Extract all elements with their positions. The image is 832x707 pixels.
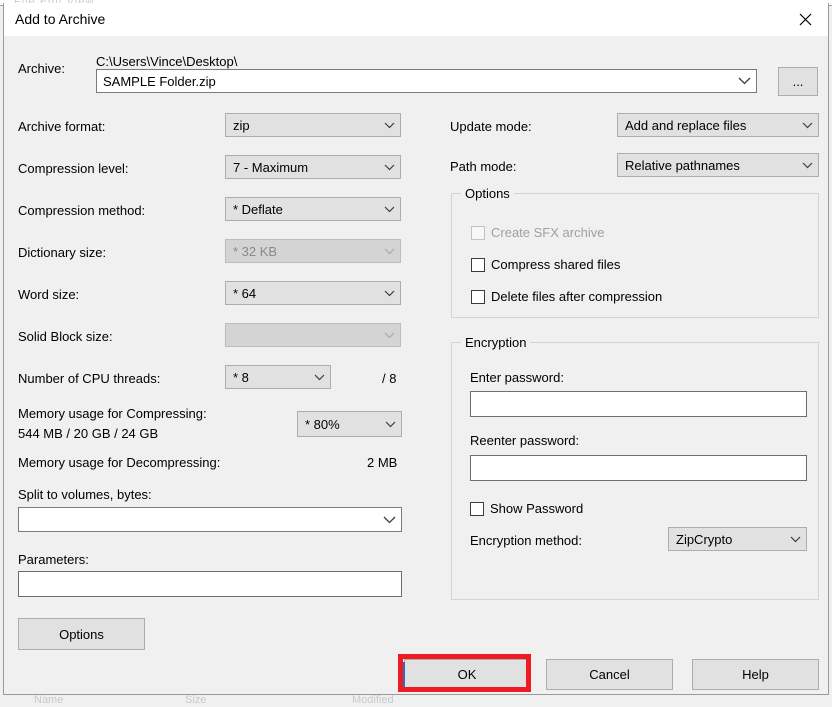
encryption-groupbox: Encryption Enter password: Reenter passw… bbox=[451, 335, 819, 600]
path-mode-label: Path mode: bbox=[450, 159, 517, 174]
chevron-down-icon bbox=[379, 421, 401, 428]
split-volumes-label: Split to volumes, bytes: bbox=[18, 487, 152, 502]
encryption-method-label: Encryption method: bbox=[470, 533, 583, 548]
chevron-down-icon bbox=[378, 122, 400, 129]
browse-button[interactable]: ... bbox=[778, 67, 818, 96]
encryption-method-select[interactable]: ZipCrypto bbox=[668, 527, 807, 551]
archive-format-select[interactable]: zip bbox=[225, 113, 401, 137]
chevron-down-icon bbox=[378, 332, 400, 339]
memory-usage-percent-select[interactable]: * 80% bbox=[297, 411, 402, 437]
dictionary-size-value: * 32 KB bbox=[233, 243, 278, 259]
update-mode-select[interactable]: Add and replace files bbox=[617, 113, 819, 137]
memory-decompress-value: 2 MB bbox=[367, 455, 398, 470]
chevron-down-icon bbox=[378, 206, 400, 213]
parameters-label: Parameters: bbox=[18, 552, 89, 567]
chevron-down-icon bbox=[308, 374, 330, 381]
compression-level-select[interactable]: 7 - Maximum bbox=[225, 155, 401, 179]
dictionary-size-select: * 32 KB bbox=[225, 239, 401, 263]
memory-compress-detail: 544 MB / 20 GB / 24 GB bbox=[18, 426, 159, 441]
compression-method-value: * Deflate bbox=[233, 201, 283, 217]
checkbox-compress-shared-files[interactable]: Compress shared files bbox=[471, 257, 620, 272]
chevron-down-icon[interactable] bbox=[732, 77, 756, 85]
close-button[interactable] bbox=[783, 3, 828, 35]
memory-usage-percent-value: * 80% bbox=[305, 416, 340, 432]
parameters-input[interactable] bbox=[18, 571, 402, 597]
cpu-threads-total: / 8 bbox=[382, 371, 397, 386]
enter-password-label: Enter password: bbox=[470, 370, 564, 385]
checkbox-box bbox=[471, 225, 485, 240]
add-to-archive-dialog: Add to Archive Archive: C:\Users\Vince\D… bbox=[3, 3, 829, 695]
chevron-down-icon bbox=[784, 536, 806, 543]
ok-button[interactable]: OK bbox=[404, 659, 530, 690]
chevron-down-icon bbox=[378, 248, 400, 255]
checkbox-label: Show Password bbox=[490, 501, 584, 516]
background-status-ghost-1: Name bbox=[34, 694, 64, 706]
cpu-threads-label: Number of CPU threads: bbox=[18, 371, 161, 386]
archive-path-text: C:\Users\Vince\Desktop\ bbox=[96, 54, 238, 69]
solid-block-size-label: Solid Block size: bbox=[18, 329, 113, 344]
checkbox-delete-files-after-compression[interactable]: Delete files after compression bbox=[471, 289, 662, 304]
options-groupbox: Options Create SFX archive Compress shar… bbox=[451, 186, 819, 318]
compression-method-label: Compression method: bbox=[18, 203, 146, 218]
options-groupbox-title: Options bbox=[461, 186, 514, 201]
dialog-titlebar: Add to Archive bbox=[4, 3, 828, 36]
memory-decompress-label: Memory usage for Decompressing: bbox=[18, 455, 221, 470]
encryption-groupbox-title: Encryption bbox=[461, 335, 531, 350]
archive-label: Archive: bbox=[18, 61, 65, 76]
close-icon bbox=[799, 13, 812, 25]
path-mode-value: Relative pathnames bbox=[625, 157, 740, 173]
compression-level-value: 7 - Maximum bbox=[233, 159, 309, 175]
options-button[interactable]: Options bbox=[18, 618, 145, 650]
enter-password-input[interactable] bbox=[470, 391, 807, 417]
archive-name-value: SAMPLE Folder.zip bbox=[103, 73, 216, 89]
encryption-method-value: ZipCrypto bbox=[676, 531, 733, 547]
memory-compress-label: Memory usage for Compressing: bbox=[18, 406, 207, 421]
word-size-select[interactable]: * 64 bbox=[225, 281, 401, 305]
cpu-threads-select[interactable]: * 8 bbox=[225, 365, 331, 389]
compression-method-select[interactable]: * Deflate bbox=[225, 197, 401, 221]
focus-indicator-sliver bbox=[403, 662, 405, 687]
checkbox-box[interactable] bbox=[471, 289, 485, 304]
cancel-button[interactable]: Cancel bbox=[546, 659, 673, 690]
compression-level-label: Compression level: bbox=[18, 161, 129, 176]
reenter-password-label: Reenter password: bbox=[470, 433, 580, 448]
word-size-value: * 64 bbox=[233, 285, 257, 301]
update-mode-value: Add and replace files bbox=[625, 117, 747, 133]
reenter-password-input[interactable] bbox=[470, 455, 807, 481]
checkbox-create-sfx-archive: Create SFX archive bbox=[471, 225, 604, 240]
dialog-title: Add to Archive bbox=[15, 11, 106, 27]
cpu-threads-value: * 8 bbox=[233, 369, 249, 385]
checkbox-box[interactable] bbox=[471, 257, 485, 272]
split-volumes-input[interactable] bbox=[18, 507, 402, 532]
checkbox-label: Compress shared files bbox=[491, 257, 621, 272]
chevron-down-icon bbox=[796, 122, 818, 129]
update-mode-label: Update mode: bbox=[450, 119, 532, 134]
archive-name-input[interactable]: SAMPLE Folder.zip bbox=[96, 69, 757, 93]
checkbox-label: Delete files after compression bbox=[491, 289, 663, 304]
path-mode-select[interactable]: Relative pathnames bbox=[617, 153, 819, 177]
background-status-ghost-3: Modified bbox=[352, 694, 394, 706]
chevron-down-icon bbox=[378, 290, 400, 297]
word-size-label: Word size: bbox=[18, 287, 80, 302]
checkbox-show-password[interactable]: Show Password bbox=[470, 501, 583, 516]
chevron-down-icon bbox=[796, 162, 818, 169]
dictionary-size-label: Dictionary size: bbox=[18, 245, 107, 260]
archive-format-label: Archive format: bbox=[18, 119, 106, 134]
chevron-down-icon bbox=[378, 164, 400, 171]
checkbox-box[interactable] bbox=[470, 501, 484, 516]
solid-block-size-select bbox=[225, 323, 401, 347]
archive-format-value: zip bbox=[233, 117, 250, 133]
chevron-down-icon[interactable] bbox=[377, 516, 401, 524]
checkbox-label: Create SFX archive bbox=[491, 225, 605, 240]
background-status-ghost-2: Size bbox=[185, 694, 207, 706]
help-button[interactable]: Help bbox=[692, 659, 819, 690]
